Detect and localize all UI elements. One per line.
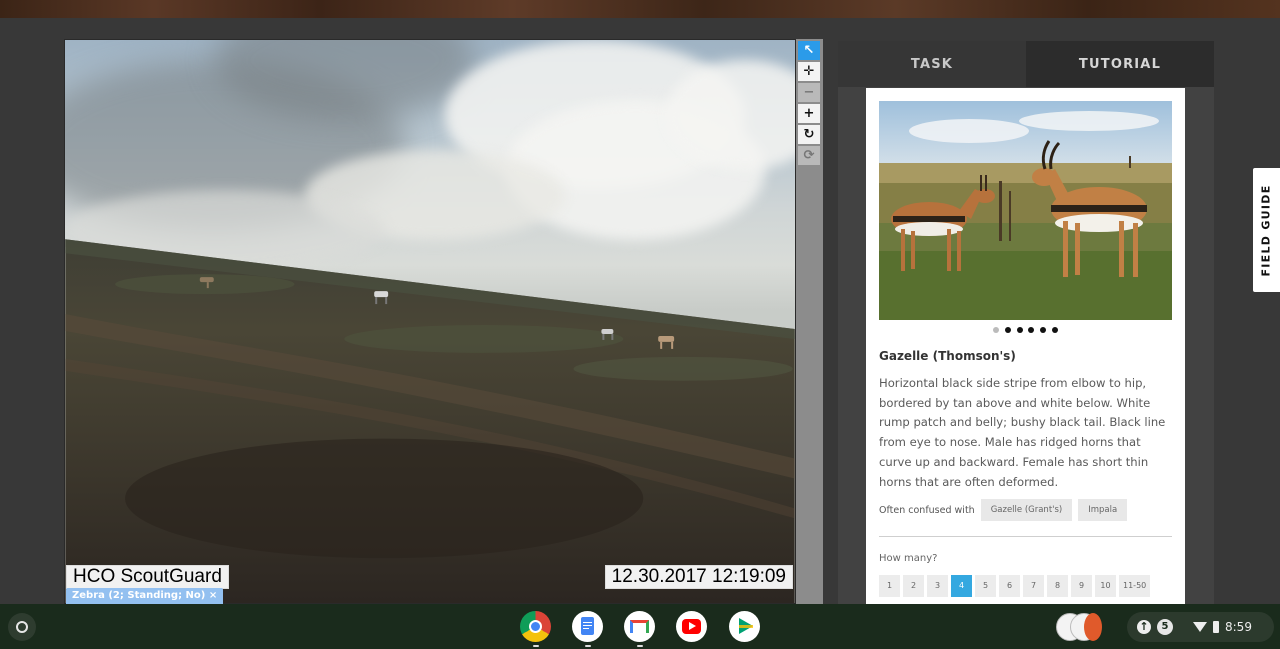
rotate-icon[interactable]: ↻ xyxy=(798,125,820,144)
confused-chip-impala[interactable]: Impala xyxy=(1078,499,1128,521)
how-many-label: How many? xyxy=(879,553,938,564)
carousel-dot[interactable] xyxy=(1004,327,1011,333)
count-option-6[interactable]: 6 xyxy=(999,575,1020,597)
running-indicator xyxy=(585,645,591,647)
launcher-button[interactable] xyxy=(8,613,36,641)
youtube-icon[interactable] xyxy=(676,611,707,642)
savanna-ground xyxy=(65,239,795,603)
task-panel: TASK TUTORIAL Gazelle (Thomson's) Horizo… xyxy=(838,41,1214,604)
carousel-dot[interactable] xyxy=(992,327,999,333)
carousel-dot[interactable] xyxy=(1052,327,1059,333)
docs-icon[interactable] xyxy=(572,611,603,642)
play-store-icon[interactable] xyxy=(729,611,760,642)
pointer-tool-icon[interactable]: ↖ xyxy=(798,41,820,60)
battery-icon xyxy=(1213,621,1219,633)
upload-icon: ↑ xyxy=(1137,620,1151,634)
count-option-9[interactable]: 9 xyxy=(1071,575,1092,597)
subject-image-viewer[interactable]: HCO ScoutGuard 12.30.2017 12:19:09 xyxy=(64,39,796,604)
browser-top-strip xyxy=(0,0,1280,18)
pan-tool-icon[interactable]: ✛ xyxy=(798,62,820,81)
image-toolbar: ↖ ✛ − + ↻ ⟳ xyxy=(796,39,823,604)
running-indicator xyxy=(533,645,539,647)
confused-chip-grants-gazelle[interactable]: Gazelle (Grant's) xyxy=(980,499,1073,521)
notification-count-badge: 5 xyxy=(1157,619,1173,635)
count-option-10[interactable]: 10 xyxy=(1095,575,1116,597)
count-option-8[interactable]: 8 xyxy=(1047,575,1068,597)
os-shelf: ↑ 5 8:59 xyxy=(0,604,1280,649)
chrome-icon[interactable] xyxy=(520,611,551,642)
screen: HCO ScoutGuard 12.30.2017 12:19:09 ↖ ✛ −… xyxy=(0,0,1280,649)
tab-tutorial[interactable]: TUTORIAL xyxy=(1026,41,1214,87)
file-thumbnail xyxy=(1084,613,1102,641)
carousel-dot[interactable] xyxy=(1040,327,1047,333)
divider xyxy=(879,536,1172,537)
count-option-11-50[interactable]: 11-50 xyxy=(1119,575,1151,597)
holding-space-tray[interactable] xyxy=(1056,611,1104,643)
clock: 8:59 xyxy=(1225,620,1252,634)
species-photo xyxy=(879,101,1172,320)
species-detail-card: Gazelle (Thomson's) Horizontal black sid… xyxy=(866,88,1185,604)
launcher-icon xyxy=(16,621,28,633)
count-options: 1 2 3 4 5 6 7 8 9 10 11-50 xyxy=(879,575,1151,597)
carousel-dot[interactable] xyxy=(1028,327,1035,333)
zoom-in-icon[interactable]: + xyxy=(798,104,820,123)
count-option-2[interactable]: 2 xyxy=(903,575,924,597)
reset-view-icon[interactable]: ⟳ xyxy=(798,146,820,165)
panel-tabs: TASK TUTORIAL xyxy=(838,41,1214,87)
camera-trap-photo xyxy=(65,40,795,603)
count-option-3[interactable]: 3 xyxy=(927,575,948,597)
confused-with-label: Often confused with xyxy=(879,504,975,516)
species-name: Gazelle (Thomson's) xyxy=(879,349,1016,363)
camera-label: HCO ScoutGuard xyxy=(66,565,229,589)
confused-with-row: Often confused with Gazelle (Grant's) Im… xyxy=(879,499,1128,521)
carousel-dot[interactable] xyxy=(1016,327,1023,333)
field-guide-label: FIELD GUIDE xyxy=(1260,183,1273,277)
annotation-tag[interactable]: Zebra (2; Standing; No) × xyxy=(66,588,224,604)
timestamp-label: 12.30.2017 12:19:09 xyxy=(604,565,793,589)
carousel-dots[interactable] xyxy=(866,326,1185,336)
field-guide-tab[interactable]: FIELD GUIDE xyxy=(1253,168,1280,292)
count-option-7[interactable]: 7 xyxy=(1023,575,1044,597)
tab-task[interactable]: TASK xyxy=(838,41,1026,87)
species-description: Horizontal black side stripe from elbow … xyxy=(879,376,1166,489)
count-option-4[interactable]: 4 xyxy=(951,575,972,597)
running-indicator xyxy=(637,645,643,647)
zoom-out-icon[interactable]: − xyxy=(798,83,820,102)
gmail-icon[interactable] xyxy=(624,611,655,642)
wifi-icon xyxy=(1193,622,1207,632)
count-option-5[interactable]: 5 xyxy=(975,575,996,597)
count-option-1[interactable]: 1 xyxy=(879,575,900,597)
status-tray[interactable]: ↑ 5 8:59 xyxy=(1127,612,1274,642)
